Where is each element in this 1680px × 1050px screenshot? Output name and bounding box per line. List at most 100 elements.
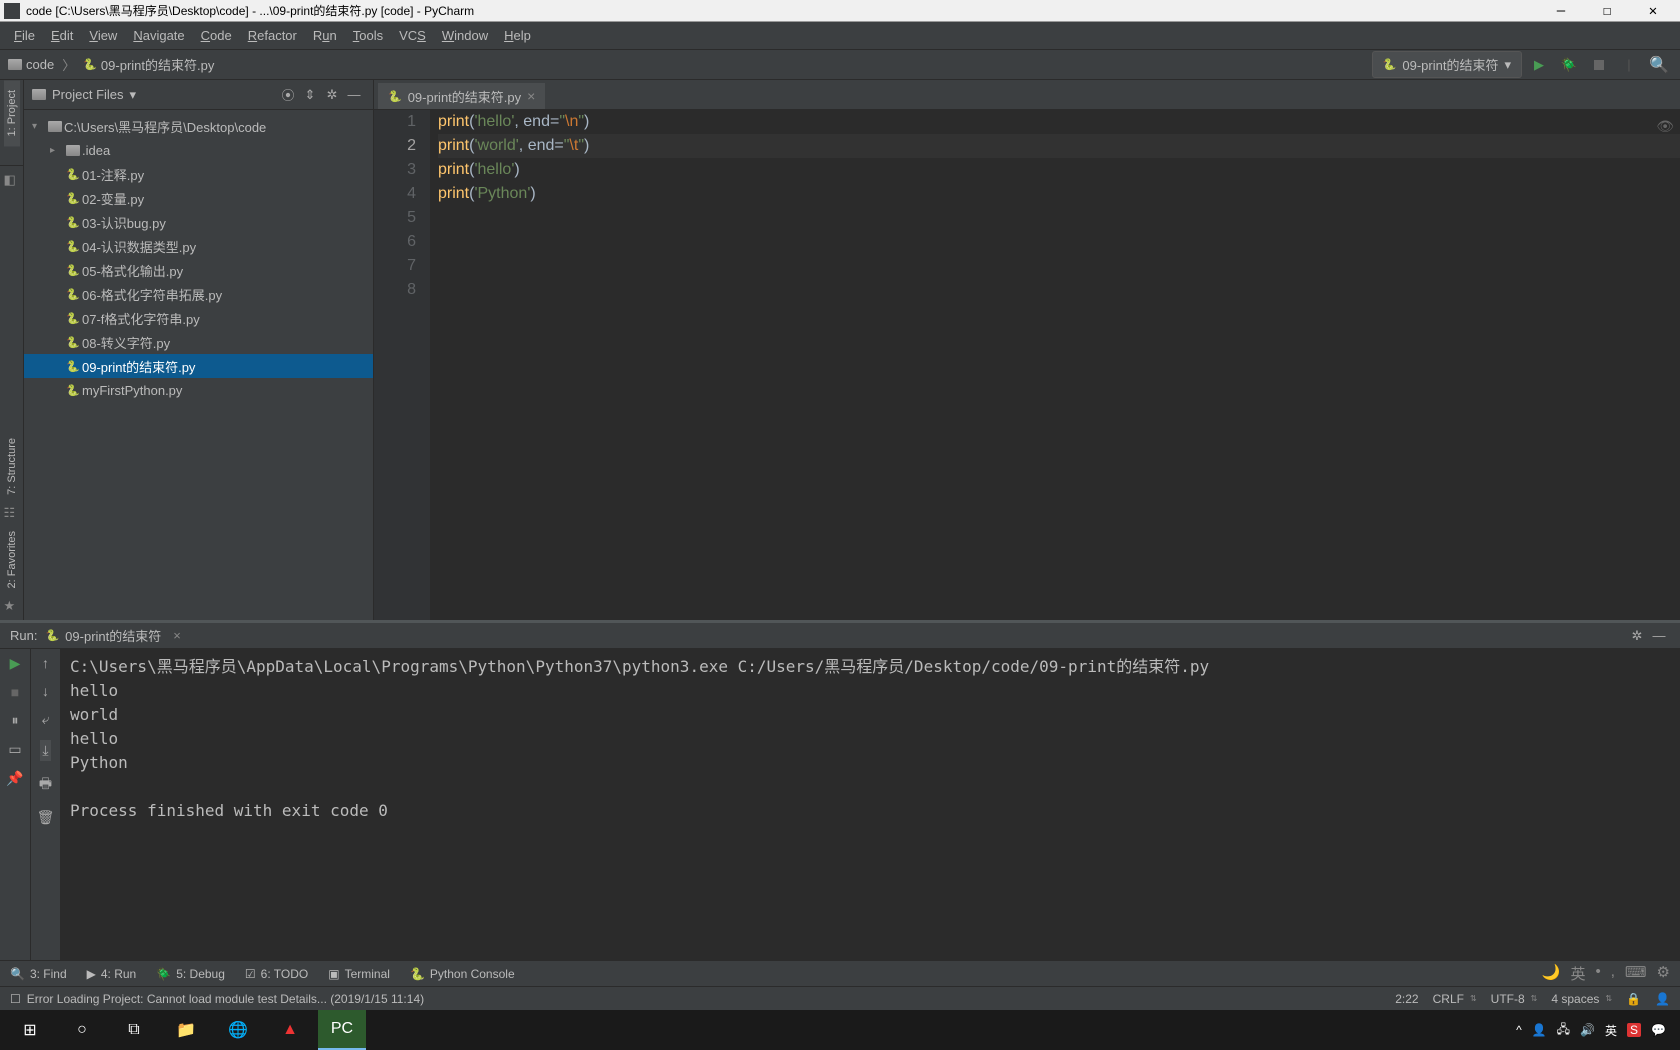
file-encoding[interactable]: UTF-8⇅: [1491, 992, 1538, 1006]
code-editor[interactable]: 12345678 print('hello', end="\n")print('…: [374, 110, 1680, 620]
notification-icon[interactable]: ☐: [10, 992, 21, 1006]
tab-python-console[interactable]: 🐍Python Console: [410, 967, 515, 981]
start-button[interactable]: ⊞: [6, 1010, 54, 1050]
menu-help[interactable]: Help: [496, 24, 539, 47]
tree-item[interactable]: 🐍07-f格式化字符串.py: [24, 306, 373, 330]
tree-item[interactable]: 🐍01-注释.py: [24, 162, 373, 186]
tree-item[interactable]: 🐍06-格式化字符串拓展.py: [24, 282, 373, 306]
gear-icon[interactable]: ✲: [1626, 628, 1648, 644]
task-view-button[interactable]: ⧉: [110, 1010, 158, 1050]
layout-button[interactable]: ▭: [8, 741, 21, 758]
menu-edit[interactable]: Edit: [43, 24, 81, 47]
code-content[interactable]: print('hello', end="\n")print('world', e…: [430, 110, 1680, 620]
menu-vcs[interactable]: VCS: [391, 24, 434, 47]
tray-chevron-icon[interactable]: ^: [1516, 1023, 1522, 1037]
locate-icon[interactable]: ⦿: [277, 84, 299, 106]
tray-ime-icon[interactable]: 英: [1605, 1022, 1617, 1039]
close-icon[interactable]: ×: [527, 88, 535, 104]
hide-icon[interactable]: —: [343, 84, 365, 106]
tree-item[interactable]: 🐍03-认识bug.py: [24, 210, 373, 234]
scroll-to-end-icon[interactable]: ⤓: [40, 740, 50, 761]
search-button[interactable]: 🔍: [1646, 52, 1672, 78]
hide-icon[interactable]: —: [1648, 628, 1670, 643]
lang-indicator[interactable]: 英: [1570, 963, 1585, 984]
stop-button[interactable]: ■: [11, 684, 19, 700]
maximize-button[interactable]: ☐: [1584, 0, 1630, 22]
keyboard-icon[interactable]: ⌨: [1625, 963, 1647, 984]
tree-item[interactable]: ▸.idea: [24, 138, 373, 162]
status-message[interactable]: Error Loading Project: Cannot load modul…: [27, 992, 424, 1006]
trash-icon[interactable]: 🗑: [37, 809, 55, 826]
print-icon[interactable]: 🖶: [39, 773, 52, 797]
run-tab-label: 09-print的结束符: [65, 626, 161, 645]
soft-wrap-icon[interactable]: ⤶: [42, 711, 50, 728]
indent-setting[interactable]: 4 spaces⇅: [1551, 992, 1612, 1006]
menu-navigate[interactable]: Navigate: [125, 24, 192, 47]
tree-item[interactable]: 🐍02-变量.py: [24, 186, 373, 210]
debug-button[interactable]: 🪲: [1556, 52, 1582, 78]
toolwindow-favorites[interactable]: 2: Favorites: [4, 521, 20, 598]
collapse-icon[interactable]: ⇕: [299, 84, 321, 106]
tree-item[interactable]: 🐍myFirstPython.py: [24, 378, 373, 402]
tab-terminal[interactable]: ▣Terminal: [328, 967, 390, 981]
tray-network-icon[interactable]: 🖧: [1557, 1020, 1570, 1041]
tab-run[interactable]: ▶4: Run: [87, 967, 137, 981]
menu-file[interactable]: File: [6, 24, 43, 47]
project-tree[interactable]: ▾C:\Users\黑马程序员\Desktop\code▸.idea🐍01-注释…: [24, 110, 373, 620]
acrobat-button[interactable]: ▲: [266, 1010, 314, 1050]
lock-icon[interactable]: 🔒: [1626, 992, 1641, 1006]
minimize-button[interactable]: —: [1538, 0, 1584, 22]
pause-button[interactable]: ⏸: [12, 712, 19, 729]
project-panel-title[interactable]: Project Files: [52, 87, 124, 102]
gear-icon[interactable]: ✲: [321, 84, 343, 106]
bookmark-icon[interactable]: ◧: [4, 172, 20, 188]
chrome-button[interactable]: 🌐: [214, 1010, 262, 1050]
console-output[interactable]: C:\Users\黑马程序员\AppData\Local\Programs\Py…: [60, 649, 1680, 960]
inspection-eye-icon[interactable]: 👁: [1656, 114, 1674, 138]
rerun-button[interactable]: ▶: [10, 655, 21, 672]
tray-volume-icon[interactable]: 🔊: [1580, 1023, 1595, 1037]
stop-button[interactable]: [1586, 52, 1612, 78]
run-config-name: 09-print的结束符: [1402, 55, 1498, 74]
moon-icon[interactable]: 🌙: [1542, 963, 1561, 984]
line-separator[interactable]: CRLF⇅: [1433, 992, 1477, 1006]
menu-tools[interactable]: Tools: [345, 24, 391, 47]
toolwindow-structure[interactable]: 7: Structure: [4, 428, 20, 505]
tab-find[interactable]: 🔍3: Find: [10, 967, 67, 981]
tree-item[interactable]: ▾C:\Users\黑马程序员\Desktop\code: [24, 114, 373, 138]
cursor-position[interactable]: 2:22: [1395, 992, 1418, 1006]
breadcrumb[interactable]: code 〉 🐍 09-print的结束符.py: [8, 55, 214, 74]
run-config-selector[interactable]: 🐍 09-print的结束符 ▾: [1372, 51, 1522, 78]
pycharm-button[interactable]: PC: [318, 1010, 366, 1050]
tray-sogou-icon[interactable]: S: [1627, 1023, 1641, 1037]
menu-run[interactable]: Run: [305, 24, 345, 47]
bottom-tool-tabs: 🔍3: Find ▶4: Run 🪲5: Debug ☑6: TODO ▣Ter…: [0, 960, 1680, 986]
chevron-down-icon[interactable]: ▾: [130, 87, 137, 103]
gear-icon[interactable]: ⚙: [1657, 963, 1670, 984]
tab-todo[interactable]: ☑6: TODO: [245, 967, 308, 981]
system-tray[interactable]: ^ 👤 🖧 🔊 英 S 💬: [1516, 1020, 1674, 1041]
menu-window[interactable]: Window: [434, 24, 496, 47]
menu-view[interactable]: View: [81, 24, 125, 47]
editor-tab[interactable]: 🐍 09-print的结束符.py ×: [378, 81, 545, 109]
file-explorer-button[interactable]: 📁: [162, 1010, 210, 1050]
close-icon[interactable]: ×: [173, 628, 181, 643]
menu-refactor[interactable]: Refactor: [240, 24, 305, 47]
inspection-icon[interactable]: 👤: [1655, 992, 1670, 1006]
tray-action-center-icon[interactable]: 💬: [1651, 1023, 1666, 1037]
toolwindow-project[interactable]: 1: Project: [4, 80, 20, 146]
run-button[interactable]: ▶: [1526, 52, 1552, 78]
tree-item[interactable]: 🐍08-转义字符.py: [24, 330, 373, 354]
down-icon[interactable]: ↓: [42, 683, 49, 699]
pin-button[interactable]: 📌: [6, 770, 23, 787]
run-tab[interactable]: 🐍 09-print的结束符 ×: [45, 626, 180, 645]
tree-item[interactable]: 🐍05-格式化输出.py: [24, 258, 373, 282]
up-icon[interactable]: ↑: [42, 655, 49, 671]
close-button[interactable]: ✕: [1630, 0, 1676, 22]
tab-debug[interactable]: 🪲5: Debug: [156, 967, 225, 981]
menu-code[interactable]: Code: [193, 24, 240, 47]
tray-people-icon[interactable]: 👤: [1532, 1023, 1547, 1037]
tree-item[interactable]: 🐍09-print的结束符.py: [24, 354, 373, 378]
cortana-button[interactable]: ○: [58, 1010, 106, 1050]
tree-item[interactable]: 🐍04-认识数据类型.py: [24, 234, 373, 258]
